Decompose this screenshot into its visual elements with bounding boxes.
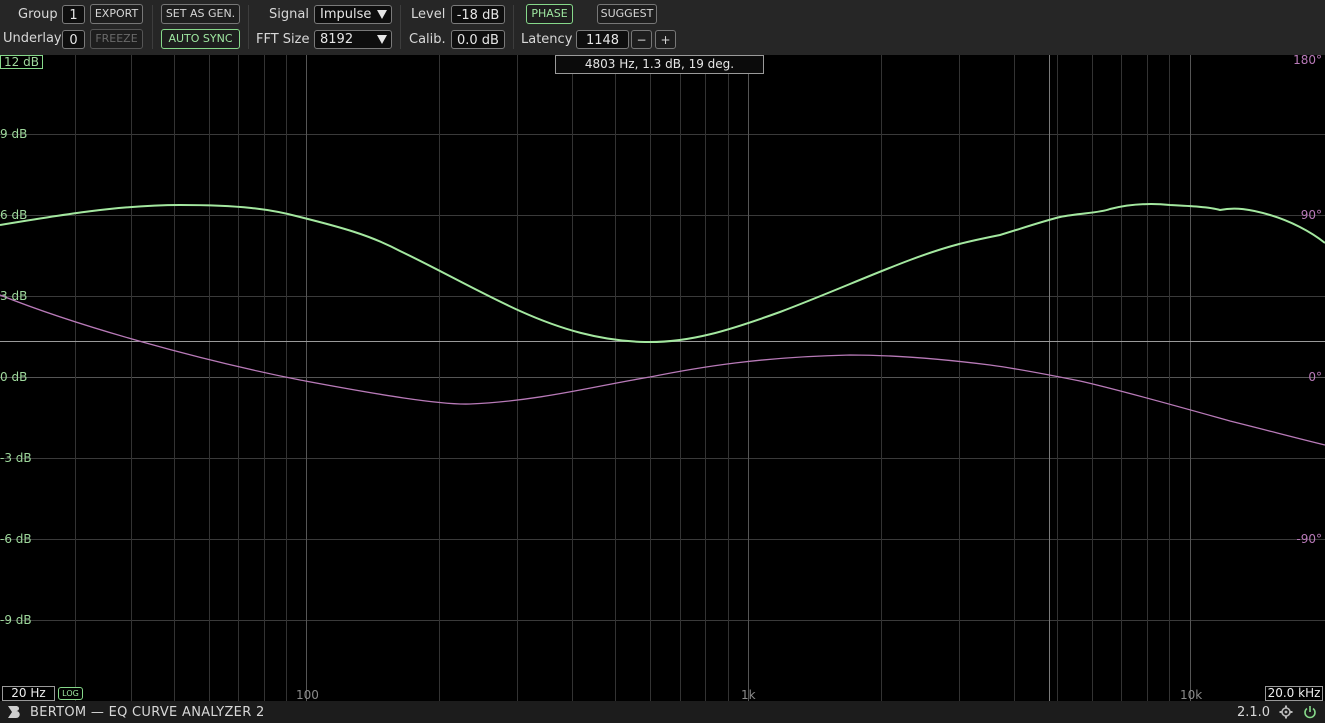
db-label: 0 dB xyxy=(0,370,28,384)
db-label: 6 dB xyxy=(0,208,28,222)
export-button[interactable]: EXPORT xyxy=(90,4,143,24)
latency-increase-button[interactable]: + xyxy=(655,30,676,49)
phase-label: 0° xyxy=(1308,370,1322,384)
chevron-down-icon xyxy=(377,35,387,44)
cursor-tooltip: 4803 Hz, 1.3 dB, 19 deg. xyxy=(555,55,764,74)
min-frequency-field[interactable]: 20 Hz xyxy=(2,686,55,701)
db-label: -9 dB xyxy=(0,613,32,627)
signal-label: Signal xyxy=(269,7,309,22)
underlay-label: Underlay xyxy=(3,31,62,46)
db-label: -3 dB xyxy=(0,451,32,465)
calib-field[interactable]: 0.0 dB xyxy=(451,30,505,49)
group-field[interactable]: 1 xyxy=(62,5,85,24)
chevron-down-icon xyxy=(377,10,387,19)
db-label: -6 dB xyxy=(0,532,32,546)
db-label: 3 dB xyxy=(0,289,28,303)
db-label: 9 dB xyxy=(0,127,28,141)
set-as-gen-button[interactable]: SET AS GEN. xyxy=(161,4,240,24)
x-axis-label: 1k xyxy=(741,688,756,701)
freeze-button[interactable]: FREEZE xyxy=(90,29,143,49)
toolbar-divider xyxy=(513,5,514,49)
group-label: Group xyxy=(18,7,58,22)
phase-label: 180° xyxy=(1293,55,1322,67)
underlay-field[interactable]: 0 xyxy=(62,30,85,49)
level-label: Level xyxy=(411,7,446,22)
latency-label: Latency xyxy=(521,32,573,47)
fft-size-label: FFT Size xyxy=(256,32,310,47)
level-field[interactable]: -18 dB xyxy=(451,5,505,24)
fft-size-select[interactable]: 8192 xyxy=(314,30,392,49)
db-label-top: 12 dB xyxy=(0,55,43,69)
calib-label: Calib. xyxy=(409,32,446,47)
auto-sync-button[interactable]: AUTO SYNC xyxy=(161,29,240,49)
suggest-button[interactable]: SUGGEST xyxy=(597,4,657,24)
phase-curve xyxy=(0,294,1325,446)
log-scale-toggle[interactable]: LOG xyxy=(58,687,83,700)
toolbar-divider xyxy=(248,5,249,49)
status-bar: BERTOM — EQ CURVE ANALYZER 2 2.1.0 xyxy=(0,701,1325,723)
phase-label: 90° xyxy=(1300,208,1322,222)
magnitude-curve xyxy=(0,203,1325,344)
app-title: BERTOM — EQ CURVE ANALYZER 2 xyxy=(30,705,265,720)
gear-icon[interactable] xyxy=(1279,705,1293,719)
signal-value: Impulse xyxy=(320,7,372,22)
toolbar-divider xyxy=(152,5,153,49)
version-label: 2.1.0 xyxy=(1237,705,1271,720)
max-frequency-field[interactable]: 20.0 kHz xyxy=(1265,686,1323,701)
toolbar: Group 1 EXPORT Underlay 0 FREEZE SET AS … xyxy=(0,0,1325,56)
phase-label: -90° xyxy=(1296,532,1322,546)
phase-toggle-button[interactable]: PHASE xyxy=(526,4,573,24)
toolbar-divider xyxy=(400,5,401,49)
fft-size-value: 8192 xyxy=(320,32,354,47)
power-icon[interactable] xyxy=(1303,705,1317,719)
x-axis-label: 10k xyxy=(1180,688,1203,701)
signal-select[interactable]: Impulse xyxy=(314,5,392,24)
graph-canvas xyxy=(0,55,1325,701)
latency-decrease-button[interactable]: − xyxy=(631,30,652,49)
latency-field[interactable]: 1148 xyxy=(576,30,629,49)
bertom-logo-icon xyxy=(8,706,20,718)
x-axis-label: 100 xyxy=(296,688,319,701)
horizontal-grid xyxy=(0,134,1325,621)
eq-graph[interactable]: 12 dB 9 dB 6 dB 3 dB 0 dB -3 dB -6 dB -9… xyxy=(0,55,1325,701)
